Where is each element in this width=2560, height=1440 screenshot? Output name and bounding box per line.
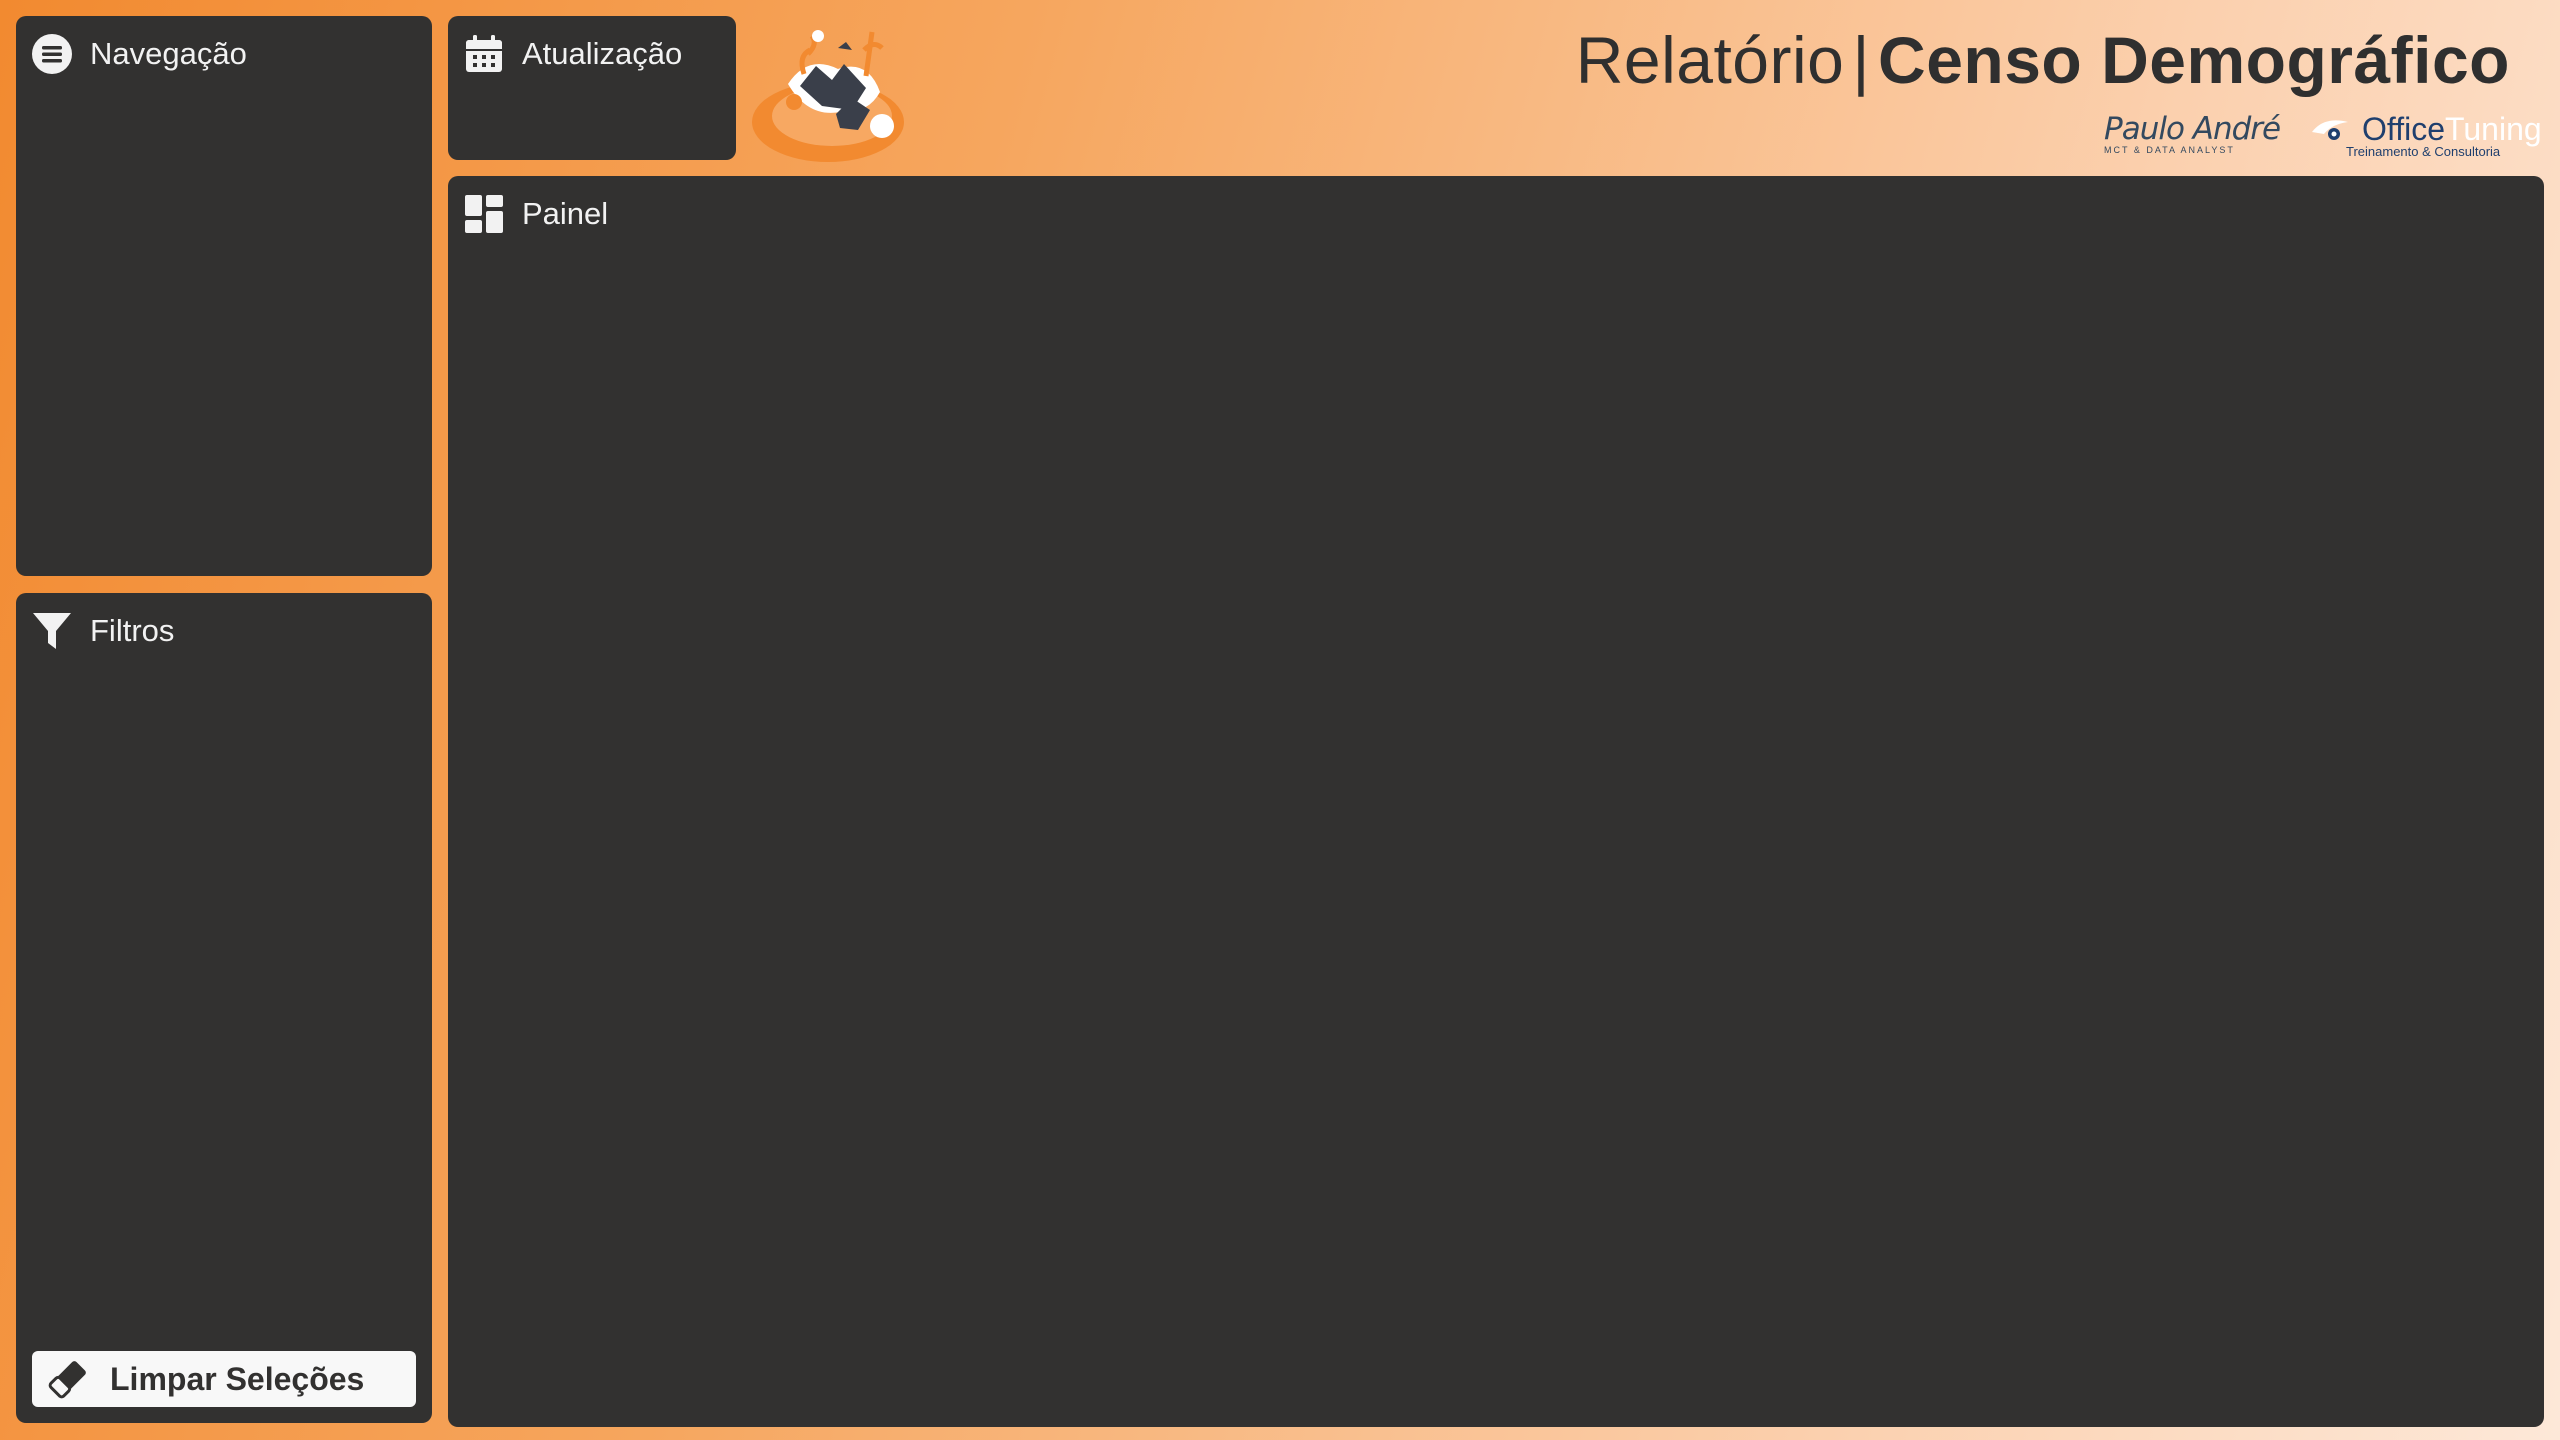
filters-panel: Filtros Limpar Seleções	[16, 593, 432, 1423]
dashboard-header: Painel	[462, 192, 608, 236]
office-tuning-logo-office: Office	[2362, 111, 2445, 147]
census-illustration	[748, 14, 916, 164]
paulo-andre-logo: Paulo André MCT & DATA ANALYST	[2104, 111, 2281, 158]
filter-icon	[30, 609, 74, 653]
update-panel: Atualização	[448, 16, 736, 160]
office-tuning-logo-tuning: Tuning	[2445, 111, 2542, 147]
paulo-andre-logo-subtitle: MCT & DATA ANALYST	[2104, 145, 2235, 155]
office-tuning-mark-icon	[2310, 116, 2350, 146]
navigation-panel: Navegação	[16, 16, 432, 576]
menu-icon	[30, 32, 74, 76]
filters-title: Filtros	[90, 613, 175, 648]
eraser-icon	[46, 1357, 90, 1401]
update-title: Atualização	[522, 36, 683, 71]
report-title-separator: |	[1852, 23, 1871, 97]
clear-selections-button[interactable]: Limpar Seleções	[32, 1351, 416, 1407]
office-tuning-logo-name: OfficeTuning	[2362, 112, 2542, 146]
navigation-title: Navegação	[90, 36, 247, 71]
report-title: Relatório | Censo Demográfico	[1576, 22, 2510, 98]
filters-header: Filtros	[30, 609, 174, 653]
paulo-andre-logo-name: Paulo André	[2104, 111, 2281, 147]
office-tuning-logo: OfficeTuning Treinamento & Consultoria	[2310, 112, 2542, 160]
update-header: Atualização	[462, 32, 682, 76]
dashboard-panel: Painel	[448, 176, 2544, 1427]
dashboard-icon	[462, 192, 506, 236]
calendar-icon	[462, 32, 506, 76]
report-title-main: Censo Demográfico	[1878, 23, 2510, 97]
report-title-prefix: Relatório	[1575, 23, 1845, 97]
navigation-header: Navegação	[30, 32, 247, 76]
dashboard-title: Painel	[522, 196, 609, 231]
office-tuning-logo-subtitle: Treinamento & Consultoria	[2346, 144, 2501, 159]
clear-selections-label: Limpar Seleções	[110, 1360, 365, 1397]
